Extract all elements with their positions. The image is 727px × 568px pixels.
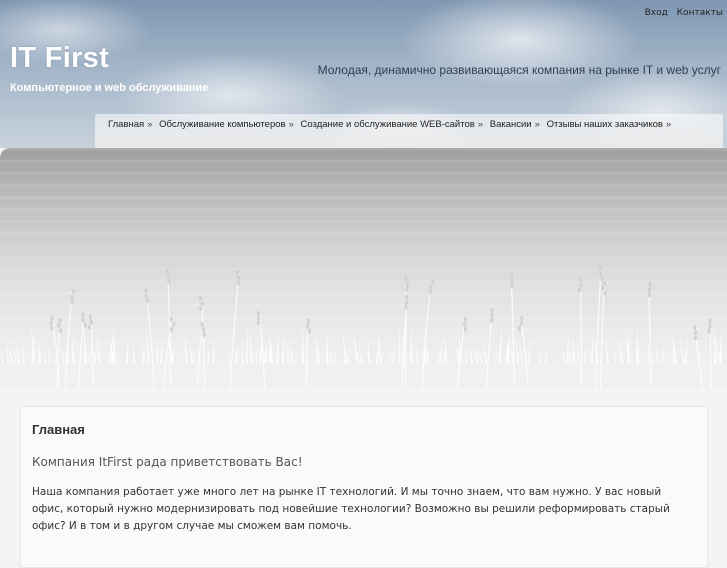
top-links: Вход Контакты — [639, 8, 723, 18]
contacts-link[interactable]: Контакты — [677, 8, 723, 18]
nav-item-reviews[interactable]: Отзывы наших заказчиков — [547, 119, 663, 130]
intro-paragraph: Наша компания работает уже много лет на … — [32, 486, 670, 532]
site-title[interactable]: IT First — [10, 42, 109, 75]
nav-separator: » — [534, 119, 540, 130]
main-nav: Главная» Обслуживание компьютеров» Созда… — [95, 114, 723, 148]
grass-illustration — [0, 266, 727, 388]
nav-separator: » — [288, 119, 294, 130]
welcome-text: Компания ItFirst рада приветствовать Вас… — [32, 455, 303, 469]
site-slogan: Молодая, динамично развивающаяся компани… — [317, 63, 721, 77]
nav-item-vacancies[interactable]: Вакансии — [490, 119, 532, 130]
main-content: Главная Компания ItFirst рада приветство… — [20, 406, 708, 568]
login-link[interactable]: Вход — [645, 8, 668, 18]
page-title: Главная — [32, 422, 85, 437]
nav-separator: » — [665, 119, 672, 130]
site-header: Вход Контакты IT First Компьютерное и we… — [0, 0, 727, 148]
nav-item-web-sites[interactable]: Создание и обслуживание WEB-сайтов — [301, 119, 475, 130]
nav-separator: » — [147, 119, 153, 130]
nav-separator: » — [477, 119, 484, 130]
site-subtitle: Компьютерное и web обслуживание — [10, 82, 209, 94]
main-nav-items: Главная» Обслуживание компьютеров» Созда… — [108, 118, 716, 132]
nav-item-home[interactable]: Главная — [108, 119, 144, 130]
nav-item-computer-service[interactable]: Обслуживание компьютеров — [159, 119, 285, 130]
header-banner — [0, 148, 727, 388]
